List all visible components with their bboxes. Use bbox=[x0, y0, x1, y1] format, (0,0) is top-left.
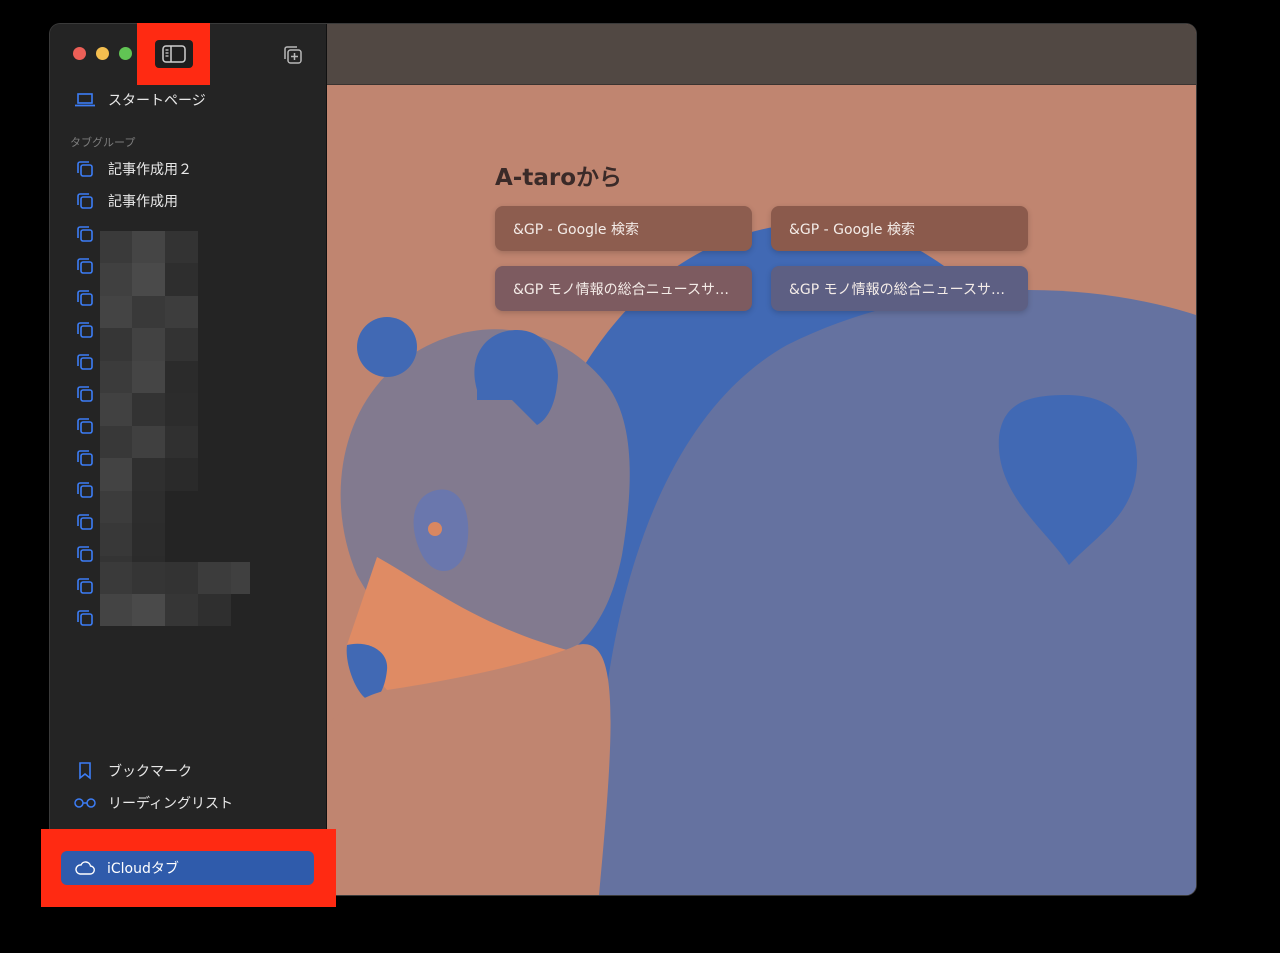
card-label: &GP モノ情報の総合ニュースサ… bbox=[513, 281, 729, 298]
bookmark-icon bbox=[74, 762, 96, 780]
card-label: &GP - Google 検索 bbox=[789, 221, 915, 238]
shared-tab-card[interactable]: &GP - Google 検索 bbox=[771, 206, 1028, 251]
shared-tab-card[interactable]: &GP モノ情報の総合ニュースサ… bbox=[771, 266, 1028, 311]
shared-tab-card[interactable]: &GP - Google 検索 bbox=[495, 206, 752, 251]
start-page: A-taroから &GP - Google 検索 &GP - Google 検索… bbox=[327, 24, 1196, 895]
page-heading: A-taroから bbox=[495, 165, 623, 191]
sidebar-toggle-icon[interactable] bbox=[155, 40, 193, 68]
glasses-icon bbox=[74, 797, 96, 809]
sidebar-item-bookmarks[interactable]: ブックマーク bbox=[74, 759, 192, 783]
sidebar-item-icloud-tabs[interactable]: iCloudタブ bbox=[61, 851, 314, 885]
sidebar-item-label: リーディングリスト bbox=[108, 796, 234, 812]
sidebar-item-label: iCloudタブ bbox=[107, 861, 179, 877]
safari-window: スタートページ タブグループ 記事作成用２ 記事作成用 ブックマーク リーディン… bbox=[50, 24, 1196, 895]
shared-tab-card[interactable]: &GP モノ情報の総合ニュースサ… bbox=[495, 266, 752, 311]
cloud-icon bbox=[75, 861, 95, 875]
card-label: &GP - Google 検索 bbox=[513, 221, 639, 238]
card-label: &GP モノ情報の総合ニュースサ… bbox=[789, 281, 1005, 298]
toolbar bbox=[327, 24, 1196, 85]
sidebar-item-label: ブックマーク bbox=[108, 764, 192, 780]
sidebar-item-reading-list[interactable]: リーディングリスト bbox=[74, 791, 233, 815]
sidebar: スタートページ タブグループ 記事作成用２ 記事作成用 ブックマーク リーディン… bbox=[50, 24, 327, 895]
background-illustration bbox=[327, 85, 1196, 895]
